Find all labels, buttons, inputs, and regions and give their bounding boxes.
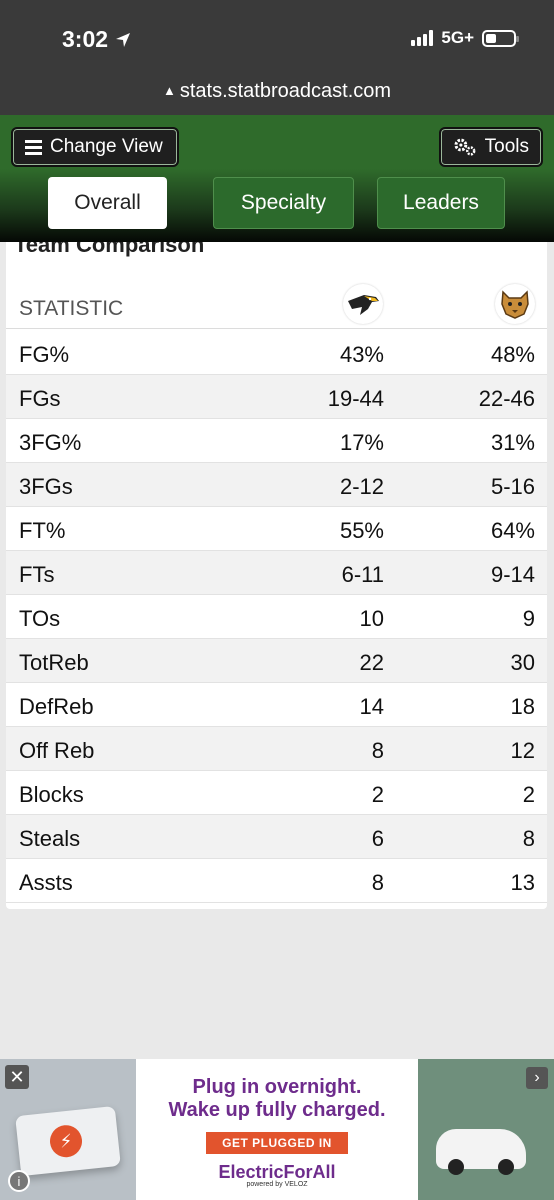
stat-name: Blocks	[19, 782, 84, 807]
team-comparison-card: Team Comparison STATISTIC FG% 43% 48% FGs 19…	[6, 242, 547, 909]
ad-copy: Plug in overnight. Wake up fully charged…	[136, 1059, 418, 1200]
ad-cta-button[interactable]: GET PLUGGED IN	[206, 1132, 348, 1154]
car-image	[436, 1129, 526, 1175]
stat-name: DefReb	[19, 694, 94, 719]
team2-value: 30	[510, 650, 535, 675]
team2-value: 18	[510, 694, 535, 719]
stat-name: FTs	[19, 562, 55, 587]
table-header: STATISTIC	[6, 284, 547, 329]
gears-icon	[454, 138, 476, 156]
table-row: Blocks 2 2	[6, 771, 547, 815]
time-text: 3:02	[62, 26, 109, 52]
ad-powered-by: powered by VELOZ	[246, 1181, 308, 1188]
battery-icon	[482, 29, 519, 47]
status-time: 3:02	[62, 26, 132, 53]
change-view-label: Change View	[50, 136, 163, 157]
tab-overall[interactable]: Overall	[48, 177, 167, 229]
stat-name: Assts	[19, 870, 73, 895]
team2-value: 12	[510, 738, 535, 763]
table-row: FT% 55% 64%	[6, 507, 547, 551]
change-view-button[interactable]: Change View	[11, 127, 179, 167]
team2-value: 13	[510, 870, 535, 895]
status-indicators: 5G+	[411, 28, 519, 48]
statistic-header: STATISTIC	[19, 297, 124, 320]
wildcat-logo-icon	[495, 284, 535, 324]
team1-value: 2-12	[339, 474, 384, 499]
team1-value: 19-44	[327, 386, 384, 411]
ad-phone-image: ⚡ ✕ i	[0, 1059, 136, 1200]
ad-car-image: ›	[418, 1059, 554, 1200]
stats-table: FG% 43% 48% FGs 19-44 22-46 3FG% 17% 31% 3FGs 2-12…	[6, 331, 547, 903]
team1-value: 8	[371, 870, 384, 895]
stat-name: FT%	[19, 518, 66, 543]
ad-banner[interactable]: ⚡ ✕ i Plug in overnight. Wake up fully c…	[0, 1059, 554, 1200]
table-row: FTs 6-11 9-14	[6, 551, 547, 595]
stat-name: 3FG%	[19, 430, 82, 455]
tools-button[interactable]: Tools	[439, 127, 543, 167]
table-row: Assts 8 13	[6, 859, 547, 903]
ad-brand-logo: ElectricForAll	[218, 1162, 336, 1182]
info-icon[interactable]: i	[8, 1170, 30, 1192]
location-arrow-icon	[116, 32, 131, 47]
signal-icon	[411, 30, 434, 46]
site-header: Change View Tools Overall Specialty Lead…	[0, 115, 554, 242]
team2-value: 22-46	[478, 386, 535, 411]
url-text: stats.statbroadcast.com	[179, 80, 392, 102]
ad-headline-2: Wake up fully charged.	[168, 1099, 386, 1121]
table-row: DefReb 14 18	[6, 683, 547, 727]
lock-icon: ▲	[162, 83, 176, 98]
table-row: Off Reb 8 12	[6, 727, 547, 771]
address-bar[interactable]: ▲ stats.statbroadcast.com	[0, 80, 554, 103]
stat-name: FG%	[19, 342, 70, 367]
charging-bolt-icon: ⚡	[48, 1123, 84, 1159]
stat-name: 3FGs	[19, 474, 73, 499]
table-row: Steals 6 8	[6, 815, 547, 859]
team1-value: 2	[371, 782, 384, 807]
team2-value: 8	[522, 826, 535, 851]
ad-headline-1: Plug in overnight.	[192, 1076, 362, 1098]
team1-value: 17%	[339, 430, 384, 455]
network-type: 5G+	[441, 28, 474, 47]
team1-value: 6	[371, 826, 384, 851]
team2-value: 9	[522, 606, 535, 631]
team1-value: 14	[359, 694, 384, 719]
browser-chrome: 3:02 5G+ ▲ stats.statbroadcast.com	[0, 0, 554, 115]
team1-value: 22	[359, 650, 384, 675]
stat-name: TotReb	[19, 650, 89, 675]
chevron-right-icon[interactable]: ›	[526, 1067, 548, 1089]
stat-name: Steals	[19, 826, 81, 851]
view-tabs: Overall Specialty Leaders	[0, 169, 554, 242]
table-row: 3FGs 2-12 5-16	[6, 463, 547, 507]
team1-value: 8	[371, 738, 384, 763]
table-row: FG% 43% 48%	[6, 331, 547, 375]
team1-value: 55%	[339, 518, 384, 543]
hamburger-icon	[25, 139, 42, 155]
team1-value: 10	[359, 606, 384, 631]
phone-image: ⚡	[15, 1105, 121, 1177]
stat-name: Off Reb	[19, 738, 95, 763]
close-icon[interactable]: ✕	[5, 1065, 29, 1089]
team2-value: 9-14	[490, 562, 535, 587]
card-title: Team Comparison	[14, 242, 205, 257]
table-row: TotReb 22 30	[6, 639, 547, 683]
tab-specialty[interactable]: Specialty	[213, 177, 354, 229]
team2-value: 48%	[490, 342, 535, 367]
table-row: 3FG% 17% 31%	[6, 419, 547, 463]
team2-value: 5-16	[490, 474, 535, 499]
table-row: TOs 10 9	[6, 595, 547, 639]
team1-value: 6-11	[341, 562, 384, 587]
tools-label: Tools	[484, 136, 529, 157]
team2-value: 2	[522, 782, 535, 807]
table-row: FGs 19-44 22-46	[6, 375, 547, 419]
hawk-logo-icon	[343, 284, 383, 324]
team1-value: 43%	[339, 342, 384, 367]
stat-name: TOs	[19, 606, 61, 631]
tab-leaders[interactable]: Leaders	[377, 177, 505, 229]
stat-name: FGs	[19, 386, 61, 411]
team2-value: 64%	[490, 518, 535, 543]
team2-value: 31%	[490, 430, 535, 455]
